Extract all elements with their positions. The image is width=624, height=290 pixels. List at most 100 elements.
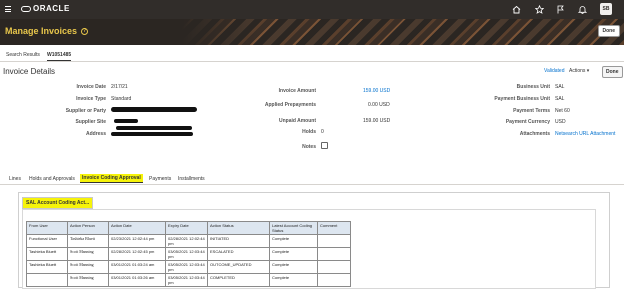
page-banner-title: Manage Invoices [5,26,78,36]
payment-business-unit-value: SAL [555,96,565,102]
action-date-cell: 02/23/2021 12:02:44 pm [108,234,166,248]
invoice-type-value: Standard [111,96,132,102]
coding-status-cell: Complete [269,234,318,248]
table-header-row: From User Action Person Action Date Expi… [26,221,351,235]
expiry-date-cell: 03/05/2021 12:03:44 pm [165,247,208,261]
menu-icon[interactable] [5,6,11,12]
home-icon[interactable] [512,5,521,14]
invoice-amount-value[interactable]: 159.00 USD [363,88,390,94]
document-tabs: Search Results W1051485 [0,45,624,62]
banner-done-button[interactable]: Done [597,25,620,37]
coding-status-cell: Complete [269,273,318,287]
expiry-date-cell: 03/05/2021 12:03:44 pm [165,273,208,287]
subtab-payments[interactable]: Payments [149,176,171,182]
from-user-cell: Tashieka Bluett [26,247,68,261]
oracle-logo-text: ORACLE [33,4,70,13]
user-avatar[interactable]: SB [600,3,612,15]
subtab-holds-approvals[interactable]: Holds and Approvals [29,176,75,182]
column-header[interactable]: Latest Account Coding Status [269,221,318,235]
action-date-cell: 03/01/2021 01:03:26 am [108,273,166,287]
subtab-installments[interactable]: Installments [178,176,205,182]
action-date-cell: 02/28/2021 12:02:45 pm [108,247,166,261]
action-status-cell: INITIATED [207,234,270,248]
coding-status-cell: Complete [269,247,318,261]
attachments-label: Attachments [519,131,550,137]
page-title: Invoice Details [3,67,56,76]
comment-cell [317,234,351,248]
tab-invoice[interactable]: W1051485 [47,52,72,61]
supplier-site-label: Supplier Site [75,119,106,125]
invoice-date-value: 2/17/21 [111,84,128,90]
comment-cell [317,273,351,287]
table-row[interactable]: Tashieka Bluett Scott Manning 02/28/2021… [26,247,351,261]
table-row[interactable]: Functional User Tashieka Bluett 02/23/20… [26,234,351,248]
oracle-logo[interactable]: ORACLE [21,4,70,13]
action-status-cell: OUTCOME_UPDATED [207,260,270,274]
panel-tab-account-coding[interactable]: SAL Account Coding Act... [22,197,94,209]
from-user-cell [26,273,68,287]
invoice-type-label: Invoice Type [76,96,106,102]
business-unit-value: SAL [555,84,565,90]
action-date-cell: 03/01/2021 01:03:24 am [108,260,166,274]
invoice-subtabs: Lines Holds and Approvals Invoice Coding… [0,173,624,185]
expiry-date-cell: 02/28/2021 12:02:44 pm [165,234,208,248]
invoice-amount-label: Invoice Amount [278,88,316,94]
coding-approval-table: From User Action Person Action Date Expi… [26,221,351,287]
column-header[interactable]: Action Date [108,221,166,235]
address-label: Address [85,131,106,137]
column-header[interactable]: Comment [317,221,351,235]
global-header: ORACLE SB [0,0,624,19]
payment-business-unit-label: Payment Business Unit [494,96,550,102]
done-button[interactable]: Done [602,66,623,78]
comment-cell [317,260,351,274]
applied-prepayments-label: Applied Prepayments [264,102,316,108]
help-icon[interactable]: ? [81,27,89,35]
supplier-redaction [111,107,197,112]
unpaid-amount-label: Unpaid Amount [278,118,316,124]
supplier-site-redaction [114,119,138,123]
from-user-cell: Tashieka Bluett [26,260,68,274]
address-redaction-1 [116,126,192,130]
table-row[interactable]: Scott Manning 03/01/2021 01:03:26 am 03/… [26,273,351,287]
tab-search-results[interactable]: Search Results [6,52,40,58]
action-status-cell: ESCALATED [207,247,270,261]
applied-prepayments-value: 0.00 USD [368,102,390,108]
page-banner: Manage Invoices ? Done [0,19,624,45]
action-person-cell: Scott Manning [67,260,109,274]
oracle-logo-mark [21,5,31,12]
holds-label: Holds [302,129,316,135]
payment-currency-label: Payment Currency [505,119,550,125]
from-user-cell: Functional User [26,234,68,248]
invoice-date-label: Invoice Date [76,84,106,90]
column-header[interactable]: Expiry Date [165,221,208,235]
action-person-cell: Tashieka Bluett [67,234,109,248]
validated-link[interactable]: Validated [544,68,564,74]
action-status-cell: COMPLETED [207,273,270,287]
attachment-link[interactable]: Netsearch URL Attachment [555,131,615,137]
notes-label: Notes [302,144,316,150]
comment-cell [317,247,351,261]
notes-icon[interactable] [321,142,328,149]
column-header[interactable]: Action Person [67,221,109,235]
action-person-cell: Scott Manning [67,247,109,261]
supplier-label: Supplier or Party [65,108,106,114]
flag-icon[interactable] [556,5,565,14]
table-row[interactable]: Tashieka Bluett Scott Manning 03/01/2021… [26,260,351,274]
payment-currency-value: USD [555,119,566,125]
star-icon[interactable] [534,4,545,14]
column-header[interactable]: From User [26,221,68,235]
business-unit-label: Business Unit [516,84,550,90]
expiry-date-cell: 03/05/2021 12:03:44 pm [165,260,208,274]
page-banner-title-group: Manage Invoices ? [5,26,89,36]
subtab-lines[interactable]: Lines [9,176,21,182]
coding-status-cell: Complete [269,260,318,274]
actions-menu[interactable]: Actions ▾ [569,68,589,74]
holds-value[interactable]: 0 [321,129,324,135]
address-redaction-2 [111,132,193,136]
column-header[interactable]: Action Status [207,221,270,235]
payment-terms-value: Net 60 [555,108,570,114]
payment-terms-label: Payment Terms [513,108,550,114]
bell-icon[interactable] [577,5,588,14]
action-person-cell: Scott Manning [67,273,109,287]
subtab-invoice-coding-approval[interactable]: Invoice Coding Approval [80,174,143,183]
